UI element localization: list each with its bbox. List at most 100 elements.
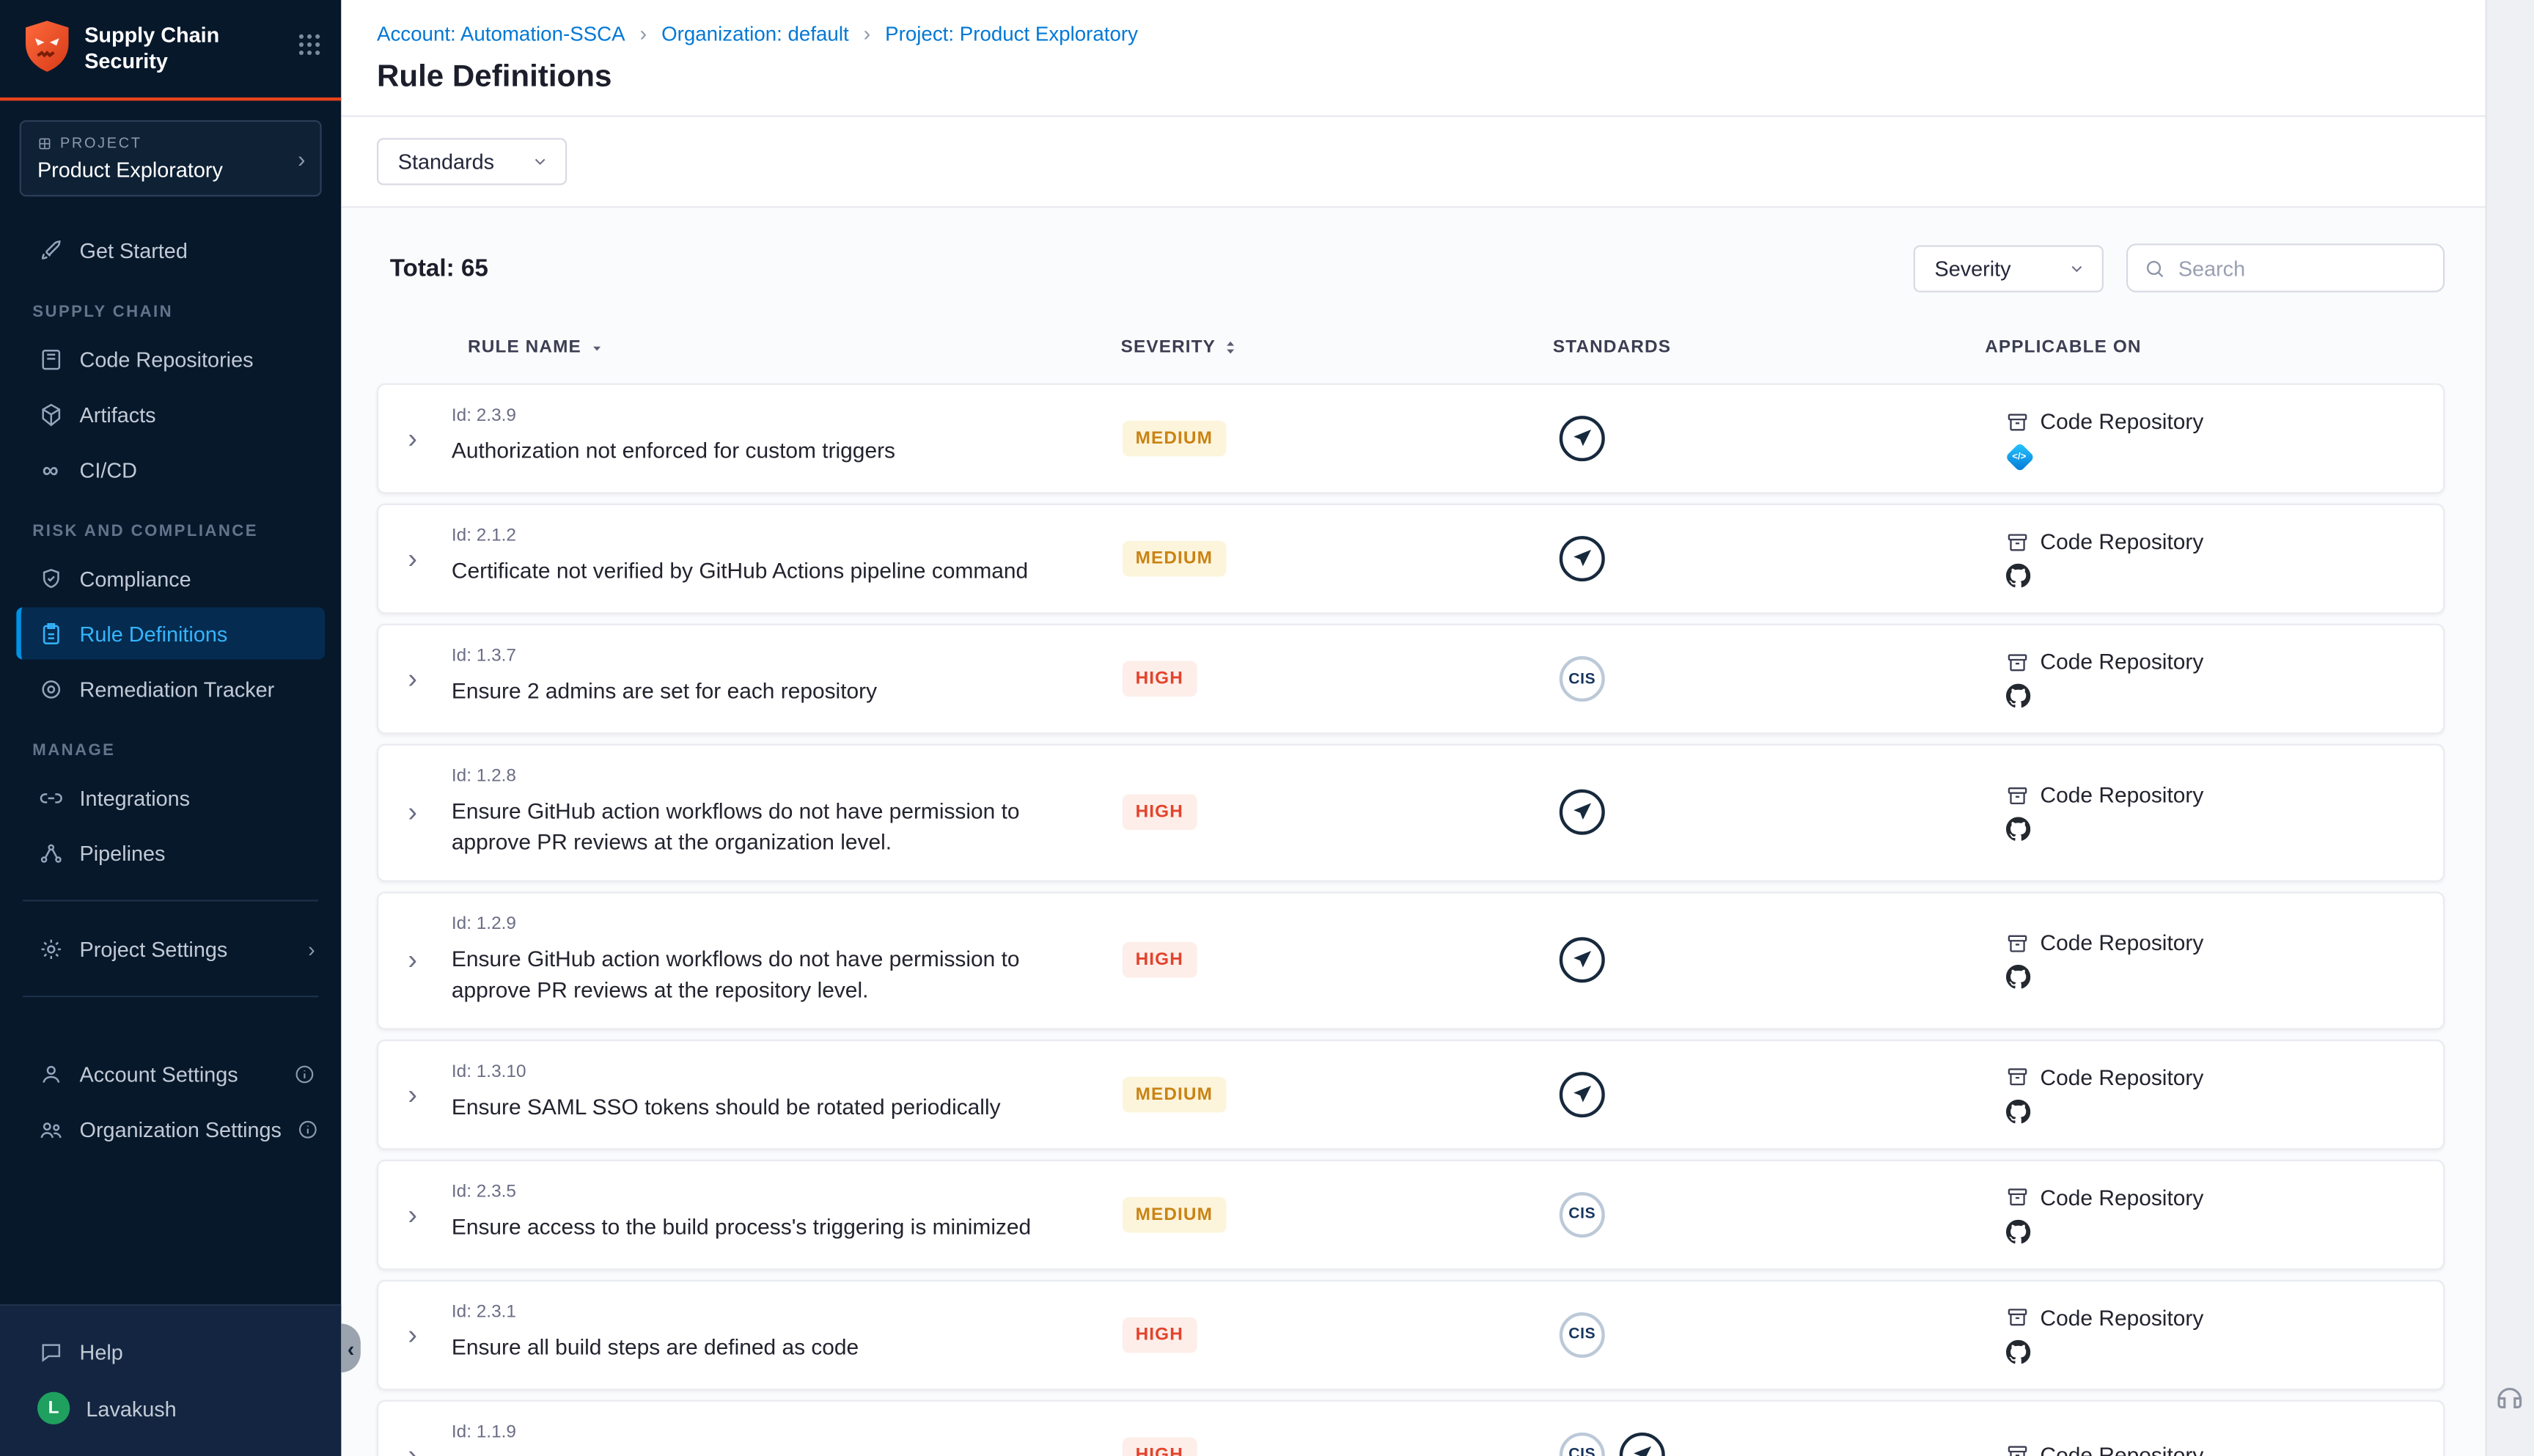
sort-desc-icon [590,340,604,355]
table-row[interactable]: › Id: 2.3.5 Ensure access to the build p… [377,1159,2445,1270]
row-expand-chevron-icon[interactable]: › [392,946,434,974]
rule-name: Ensure GitHub action workflows do not ha… [452,945,1101,1007]
row-expand-chevron-icon[interactable]: › [392,1441,434,1456]
rules-list: › Id: 2.3.9 Authorization not enforced f… [377,383,2445,1456]
supply-chain-security-logo-icon [23,20,71,73]
sidebar-item-label: Remediation Tracker [80,677,275,701]
cis-standard-icon: CIS [1560,1312,1605,1357]
filter-bar: Standards [341,117,2485,208]
table-row[interactable]: › Id: 2.3.1 Ensure all build steps are d… [377,1279,2445,1390]
sidebar-item-cicd[interactable]: ∞ CI/CD [16,444,325,496]
table-row[interactable]: › Id: 2.1.2 Certificate not verified by … [377,504,2445,614]
owasp-cicd-standard-icon [1620,1432,1665,1456]
sidebar-nav: Get Started SUPPLY CHAIN Code Repositori… [0,216,341,1304]
severity-filter-dropdown[interactable]: Severity [1914,244,2104,291]
severity-badge: MEDIUM [1123,1076,1226,1112]
sidebar-item-account-settings[interactable]: Account Settings [16,1048,325,1100]
applicable-on-label: Code Repository [2041,529,2204,554]
applicable-on-label: Code Repository [2041,931,2204,955]
github-icon [2006,564,2030,588]
support-headset-icon[interactable] [2494,1382,2526,1414]
severity-badge: MEDIUM [1123,541,1226,577]
row-expand-chevron-icon[interactable]: › [392,665,434,693]
page-header: Account: Automation-SSCA › Organization:… [341,0,2485,117]
rule-id: Id: 2.3.9 [452,406,1101,426]
row-expand-chevron-icon[interactable]: › [392,1080,434,1108]
severity-badge: HIGH [1123,1317,1197,1353]
sidebar-item-remediation-tracker[interactable]: Remediation Tracker [16,663,325,715]
user-menu[interactable]: L Lavakush [16,1380,325,1435]
column-header-severity[interactable]: SEVERITY [1121,338,1238,358]
sidebar-item-artifacts[interactable]: Artifacts [16,388,325,440]
rule-name: Ensure all build steps are defined as co… [452,1333,1101,1364]
sidebar-item-get-started[interactable]: Get Started [16,224,325,276]
chevron-right-icon: › [298,145,305,171]
code-repository-icon [2006,530,2029,553]
search-icon [2144,257,2165,279]
search-input[interactable] [2178,256,2427,280]
rule-id: Id: 1.3.10 [452,1062,1101,1081]
project-selector[interactable]: PROJECT Product Exploratory › [20,120,322,196]
sidebar-item-label: Account Settings [80,1062,238,1086]
gear-icon [37,935,63,961]
table-row[interactable]: › Id: 1.3.7 Ensure 2 admins are set for … [377,624,2445,735]
sidebar-item-integrations[interactable]: Integrations [16,771,325,823]
page-title: Rule Definitions [377,60,2486,96]
severity-badge: HIGH [1123,795,1197,831]
row-expand-chevron-icon[interactable]: › [392,799,434,827]
info-icon[interactable] [294,1063,315,1084]
help-button[interactable]: Help [16,1324,325,1379]
code-repository-icon [2006,1065,2029,1088]
sidebar-item-label: Rule Definitions [80,621,228,645]
clipboard-list-icon [37,620,63,646]
sidebar-item-project-settings[interactable]: Project Settings › [16,922,325,974]
rule-id: Id: 2.3.5 [452,1182,1101,1202]
sidebar-item-label: Integrations [80,785,191,809]
sidebar-item-code-repositories[interactable]: Code Repositories [16,333,325,385]
row-expand-chevron-icon[interactable]: › [392,1200,434,1228]
applicable-on-label: Code Repository [2041,409,2204,433]
owasp-cicd-standard-icon [1560,938,1605,983]
sidebar-item-organization-settings[interactable]: Organization Settings [16,1103,325,1155]
table-row[interactable]: › Id: 1.2.8 Ensure GitHub action workflo… [377,744,2445,882]
sidebar-item-compliance[interactable]: Compliance [16,552,325,604]
nav-section-manage: MANAGE [0,716,341,770]
code-repository-icon [2006,784,2029,807]
info-icon[interactable] [298,1118,319,1139]
divider [23,900,318,901]
table-row[interactable]: › Id: 1.2.9 Ensure GitHub action workflo… [377,891,2445,1029]
chevron-down-icon [2068,259,2085,276]
applicable-on-label: Code Repository [2041,1065,2204,1089]
breadcrumb-organization-link[interactable]: Organization: default [661,22,849,45]
row-expand-chevron-icon[interactable]: › [392,424,434,452]
app-switcher-grid-icon[interactable] [297,20,321,57]
table-row[interactable]: › Id: 1.3.10 Ensure SAML SSO tokens shou… [377,1039,2445,1150]
code-repository-icon [2006,932,2029,955]
breadcrumb-account-link[interactable]: Account: Automation-SSCA [377,22,625,45]
breadcrumb: Account: Automation-SSCA › Organization:… [377,21,2486,45]
standards-filter-dropdown[interactable]: Standards [377,138,567,185]
table-row[interactable]: › Id: 2.3.9 Authorization not enforced f… [377,383,2445,494]
help-label: Help [80,1339,123,1364]
user-name: Lavakush [86,1396,176,1420]
harness-code-icon: </> [2005,442,2035,472]
standards-filter-label: Standards [398,150,494,174]
sidebar-item-rule-definitions[interactable]: Rule Definitions [16,608,325,660]
rule-name: Ensure SAML SSO tokens should be rotated… [452,1092,1101,1123]
severity-badge: HIGH [1123,661,1197,697]
rule-name: Certificate not verified by GitHub Actio… [452,557,1101,588]
owasp-cicd-standard-icon [1560,416,1605,461]
cis-standard-icon: CIS [1560,656,1605,702]
breadcrumb-project-link[interactable]: Project: Product Exploratory [885,22,1138,45]
table-row[interactable]: › Id: 1.1.9 HIGH CIS [377,1400,2445,1456]
sidebar-item-pipelines[interactable]: Pipelines [16,827,325,879]
search-box [2126,243,2445,292]
severity-badge: HIGH [1123,942,1197,978]
owasp-cicd-standard-icon [1560,1071,1605,1117]
row-expand-chevron-icon[interactable]: › [392,1320,434,1348]
applicable-on-label: Code Repository [2041,1185,2204,1209]
code-repository-icon [2006,1444,2029,1456]
sidebar-item-label: CI/CD [80,457,137,482]
row-expand-chevron-icon[interactable]: › [392,545,434,573]
column-header-rule-name[interactable]: RULE NAME [468,338,604,358]
